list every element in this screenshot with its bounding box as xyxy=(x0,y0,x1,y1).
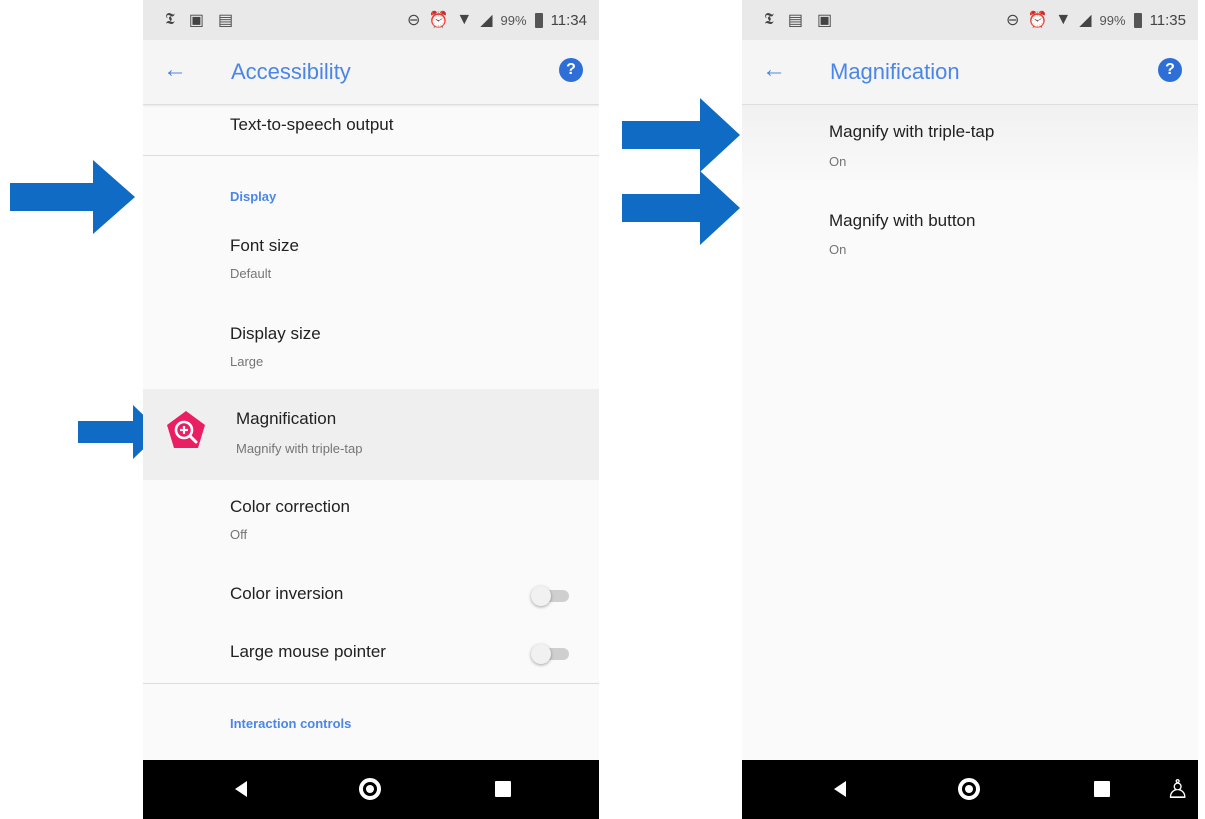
list-item-large-pointer[interactable]: Large mouse pointer xyxy=(143,630,599,680)
list-item-color-correction[interactable]: Color correction Off xyxy=(143,484,599,564)
page-title: Magnification xyxy=(830,59,960,84)
list-item-display-size[interactable]: Display size Large xyxy=(143,310,599,390)
clock: 11:34 xyxy=(550,11,587,29)
app-bar: ← Magnification ? xyxy=(742,40,1198,105)
page-title: Accessibility xyxy=(231,59,351,84)
news-app-icon: 𝕿 xyxy=(165,11,175,28)
navigation-bar: ♙ xyxy=(742,760,1198,819)
nav-recent-icon[interactable] xyxy=(495,781,511,797)
list-item-font-size[interactable]: Font size Default xyxy=(143,222,599,302)
list-item-button[interactable]: Magnify with button On xyxy=(742,193,1198,275)
status-bar: 𝕿 ▤ ▣ ⊖ ⏰ ▼ ◢ 99% 11:35 xyxy=(742,0,1198,40)
help-icon[interactable]: ? xyxy=(1158,58,1182,82)
accessibility-screen: 𝕿 ▣ ▤ ⊖ ⏰ ▼ ◢ 99% 11:34 ← Accessibility … xyxy=(143,0,599,819)
news-app-icon: 𝕿 xyxy=(764,11,774,28)
wifi-icon: ▼ xyxy=(456,11,473,28)
nav-recent-icon[interactable] xyxy=(1094,781,1110,797)
large-pointer-toggle[interactable] xyxy=(531,644,569,664)
battery-percent: 99% xyxy=(500,12,527,28)
section-header-display: Display xyxy=(230,189,277,204)
callout-arrow-display xyxy=(10,160,135,234)
divider xyxy=(143,683,599,684)
magnify-icon xyxy=(167,411,205,448)
list-item-triple-tap[interactable]: Magnify with triple-tap On xyxy=(742,105,1198,187)
alarm-icon: ⏰ xyxy=(1027,12,1048,29)
accessibility-icon[interactable]: ♙ xyxy=(1166,774,1189,805)
navigation-bar xyxy=(143,760,599,819)
nav-back-icon[interactable] xyxy=(235,781,247,797)
signal-icon: ◢ xyxy=(1079,12,1092,29)
wifi-icon: ▼ xyxy=(1055,11,1072,28)
callout-arrow-triple-tap xyxy=(622,98,740,172)
nav-home-icon[interactable] xyxy=(359,778,381,800)
callout-arrow-button xyxy=(622,171,740,245)
nav-home-icon[interactable] xyxy=(958,778,980,800)
alarm-icon: ⏰ xyxy=(428,12,449,29)
clock: 11:35 xyxy=(1149,11,1186,29)
divider xyxy=(143,155,599,156)
list-item-magnification[interactable]: Magnification Magnify with triple-tap xyxy=(143,389,599,480)
battery-icon xyxy=(534,12,543,28)
dnd-icon: ⊖ xyxy=(1006,12,1020,29)
help-icon[interactable]: ? xyxy=(559,58,583,82)
app-bar: ← Accessibility ? xyxy=(143,40,599,105)
nav-back-icon[interactable] xyxy=(834,781,846,797)
magnification-screen: 𝕿 ▤ ▣ ⊖ ⏰ ▼ ◢ 99% 11:35 ← Magnification … xyxy=(742,0,1198,819)
list-item-color-inversion[interactable]: Color inversion xyxy=(143,570,599,620)
color-inversion-toggle[interactable] xyxy=(531,586,569,606)
back-arrow-icon[interactable]: ← xyxy=(163,56,187,84)
back-arrow-icon[interactable]: ← xyxy=(762,56,786,84)
battery-icon xyxy=(1133,12,1142,28)
list-item-tts[interactable]: Text-to-speech output xyxy=(143,105,599,155)
status-bar: 𝕿 ▣ ▤ ⊖ ⏰ ▼ ◢ 99% 11:34 xyxy=(143,0,599,40)
battery-percent: 99% xyxy=(1099,12,1126,28)
image-icon: ▣ xyxy=(188,12,204,29)
tts-label: Text-to-speech output xyxy=(230,115,394,134)
section-header-interaction: Interaction controls xyxy=(230,716,352,731)
signal-icon: ◢ xyxy=(480,12,493,29)
dnd-icon: ⊖ xyxy=(407,12,421,29)
image-icon: ▣ xyxy=(816,12,833,29)
speaker-icon: ▤ xyxy=(787,12,803,29)
speaker-icon: ▤ xyxy=(217,12,234,29)
